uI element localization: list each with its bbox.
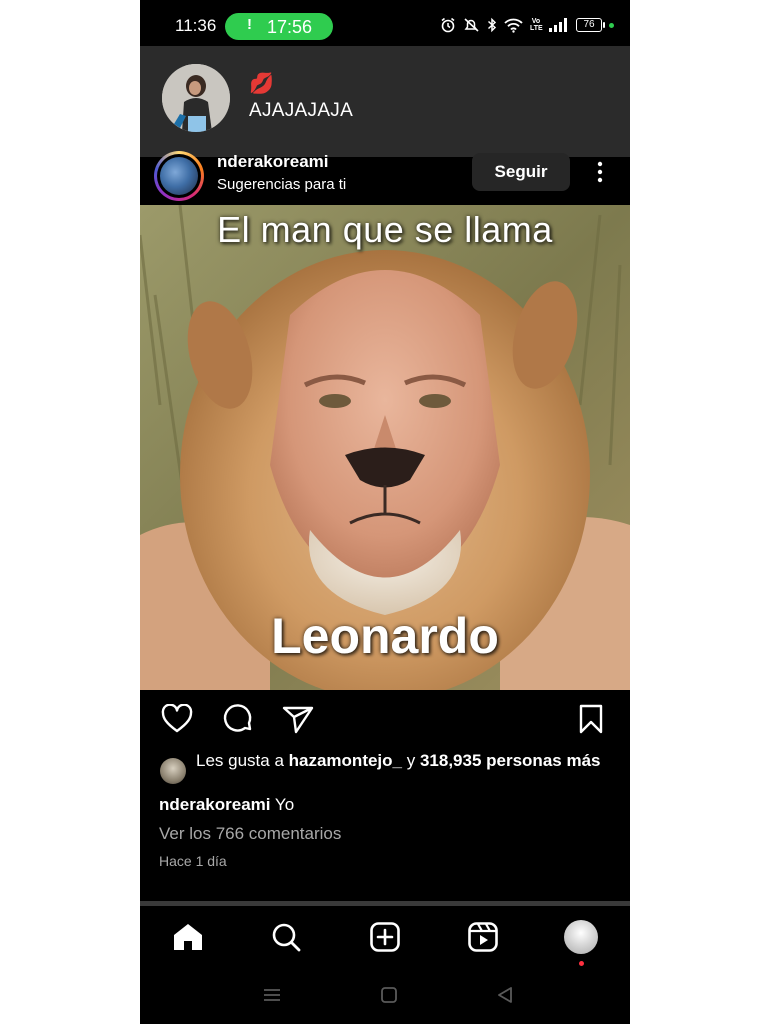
bottom-navigation	[140, 906, 630, 966]
mute-icon	[464, 18, 479, 32]
post-author-avatar[interactable]	[154, 151, 204, 201]
post-image[interactable]: El man que se llama Leonardo	[140, 205, 630, 690]
signal-icon	[549, 18, 567, 32]
status-bar: 11:36 ! 17:56 Vo LTE 76	[140, 0, 630, 46]
status-icons: Vo LTE 76	[440, 14, 614, 36]
meme-caption-top: El man que se llama	[217, 209, 553, 250]
system-navigation-bar	[140, 966, 630, 1024]
message-notification[interactable]: 💋 AJAJAJAJA	[140, 46, 630, 157]
likes-text: Les gusta a hazamontejo_ y 318,935 perso…	[196, 751, 601, 770]
profile-tab[interactable]	[564, 920, 598, 966]
recent-apps-icon[interactable]	[262, 986, 282, 1009]
ongoing-call-pill[interactable]: ! 17:56	[225, 13, 333, 40]
kiss-emoji: 💋	[249, 73, 274, 95]
caption-username[interactable]: nderakoreami	[159, 795, 271, 814]
post-timestamp: Hace 1 día	[159, 853, 227, 869]
liker-username[interactable]: hazamontejo_	[289, 751, 402, 770]
post-header: nderakoreami Sugerencias para ti Seguir	[140, 151, 630, 205]
liker-avatar	[160, 758, 186, 784]
alarm-icon	[441, 17, 455, 33]
wifi-icon	[504, 18, 523, 33]
likes-count[interactable]: 318,935 personas más	[420, 751, 601, 770]
sender-avatar	[162, 64, 230, 132]
post-caption: nderakoreami Yo	[159, 795, 294, 815]
status-time: 11:36	[175, 16, 217, 35]
volte-label: Vo LTE	[530, 18, 543, 32]
bluetooth-icon	[487, 17, 497, 33]
reels-icon[interactable]	[466, 920, 500, 954]
search-icon[interactable]	[269, 920, 303, 954]
more-options-icon[interactable]	[588, 157, 612, 189]
home-square-icon[interactable]	[380, 986, 398, 1009]
home-icon[interactable]	[171, 920, 205, 954]
follow-button[interactable]: Seguir	[472, 153, 570, 191]
post-suggestion-label: Sugerencias para ti	[217, 176, 347, 193]
battery-icon: 76	[576, 18, 605, 32]
post-author-username[interactable]: nderakoreami	[217, 152, 329, 172]
indicator-dot	[609, 22, 614, 28]
phone-screen: 11:36 ! 17:56 Vo LTE 76 💋 AJAJAJAJA nder…	[140, 0, 630, 1024]
meme-caption-bottom: Leonardo	[271, 608, 499, 664]
post-actions	[140, 690, 630, 748]
bookmark-icon[interactable]	[574, 702, 608, 736]
heart-icon[interactable]	[160, 702, 194, 736]
create-post-icon[interactable]	[368, 920, 402, 954]
back-triangle-icon[interactable]	[496, 986, 514, 1009]
profile-avatar	[564, 920, 598, 954]
call-timer: 17:56	[267, 17, 313, 37]
caption-text: Yo	[274, 795, 295, 814]
exclamation-icon: !	[247, 16, 252, 33]
view-comments-link[interactable]: Ver los 766 comentarios	[159, 824, 341, 844]
notification-message: AJAJAJAJA	[249, 100, 354, 121]
share-icon[interactable]	[281, 702, 315, 736]
comment-icon[interactable]	[221, 702, 255, 736]
